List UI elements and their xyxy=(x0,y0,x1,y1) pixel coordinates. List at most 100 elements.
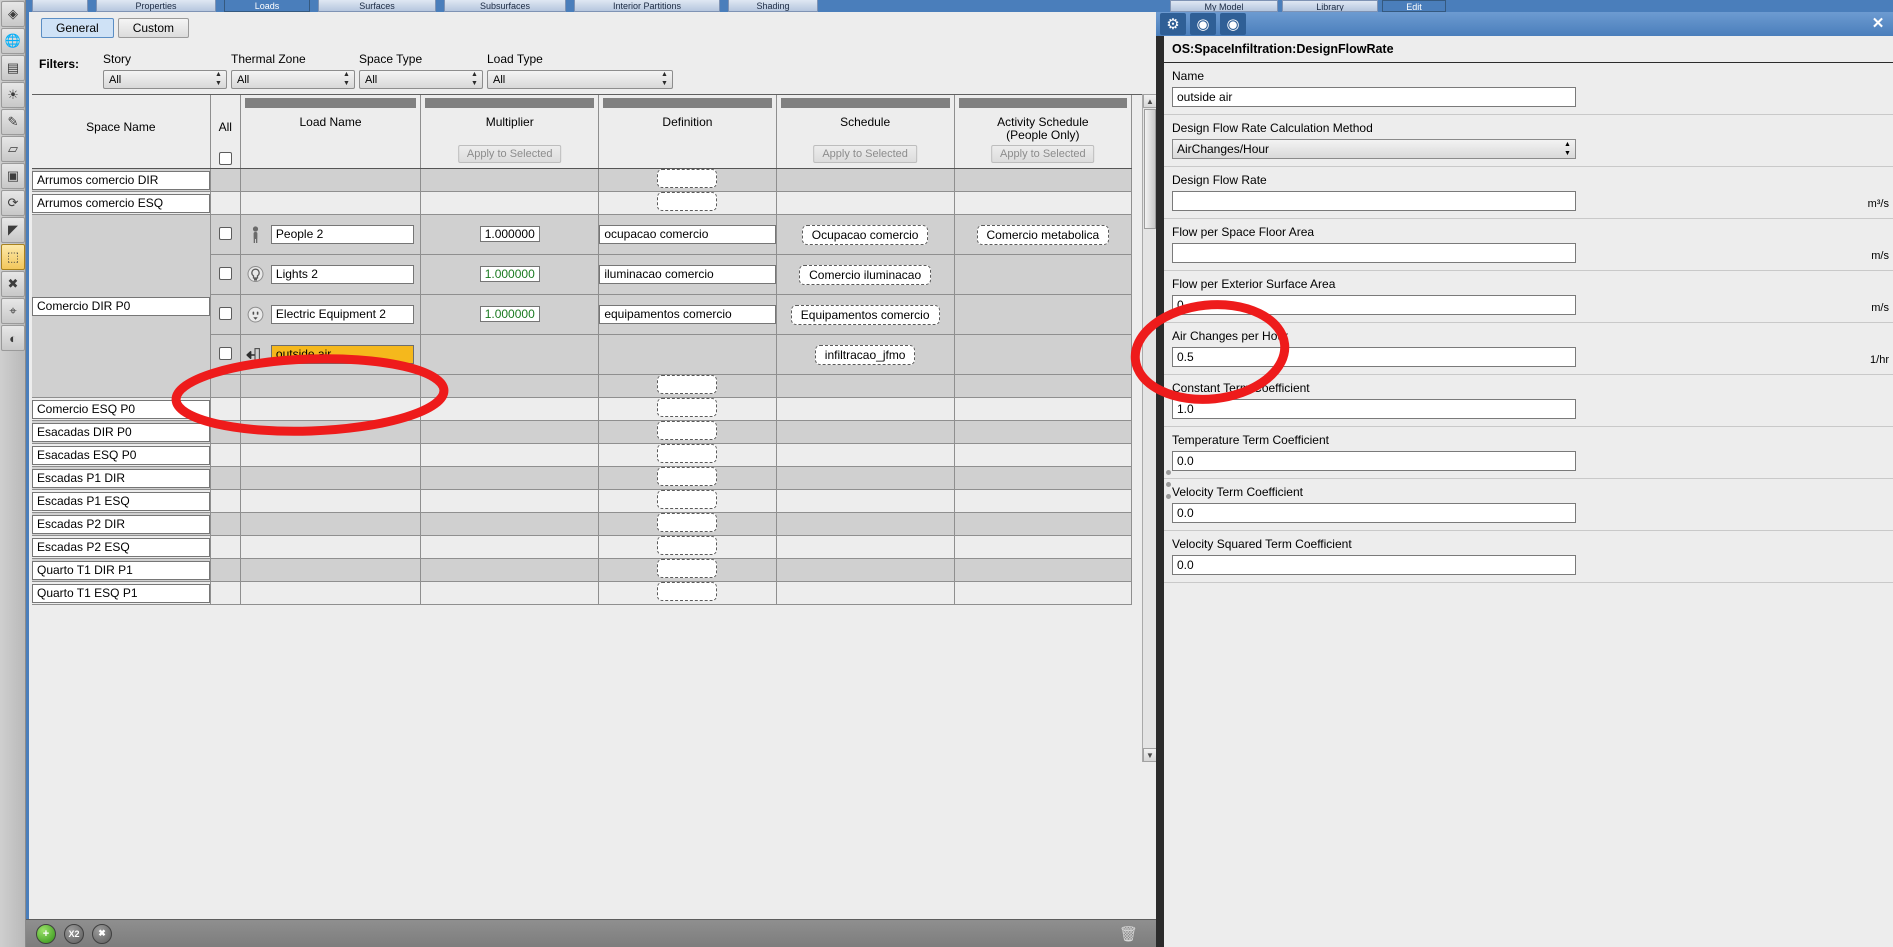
tab-loads[interactable]: Loads xyxy=(224,0,310,12)
select-tool[interactable]: ◈ xyxy=(1,1,25,27)
table-row[interactable]: Arrumos comercio DIR xyxy=(32,168,1133,192)
schedule-cell[interactable]: Comercio iluminacao xyxy=(776,254,955,295)
table-row[interactable]: Esacadas DIR P0 xyxy=(32,420,1133,444)
table-row[interactable]: Comercio DIR P0 People 2 1.000000 ocupacao … xyxy=(32,214,1133,398)
inspector-tab-my-model[interactable]: My Model xyxy=(1170,0,1278,12)
schedule-cell[interactable] xyxy=(776,420,955,444)
row-checkbox-cell[interactable] xyxy=(210,334,241,375)
shadow-tool[interactable]: ☀ xyxy=(1,82,25,108)
schedule-cell[interactable] xyxy=(776,489,955,513)
load-name-cell[interactable] xyxy=(240,535,422,559)
multiplier-field[interactable]: 1.000000 xyxy=(479,266,540,282)
col-activity-schedule[interactable]: Activity Schedule (People Only) Apply to… xyxy=(954,95,1133,169)
multiplier-cell[interactable] xyxy=(420,512,600,536)
activity-schedule-cell[interactable] xyxy=(954,374,1133,398)
multiplier-cell[interactable] xyxy=(420,489,600,513)
schedule-pill[interactable]: infiltracao_jfmo xyxy=(814,344,916,365)
definition-pill-empty[interactable] xyxy=(657,490,718,509)
definition-cell[interactable] xyxy=(598,168,777,192)
table-row[interactable]: Escadas P2 ESQ xyxy=(32,535,1133,559)
load-name-cell[interactable] xyxy=(240,558,422,582)
table-row[interactable]: Escadas P1 ESQ xyxy=(32,489,1133,513)
space-name-field[interactable]: Escadas P1 ESQ xyxy=(32,491,210,511)
definition-cell[interactable] xyxy=(598,558,777,582)
activity-schedule-cell[interactable] xyxy=(954,535,1133,559)
load-name-cell[interactable] xyxy=(240,168,422,192)
load-name-cell[interactable] xyxy=(240,581,422,605)
schedule-cell[interactable] xyxy=(776,443,955,467)
definition-pill-empty[interactable] xyxy=(657,192,718,211)
select-all-checkbox[interactable] xyxy=(218,152,232,165)
space-name-cell[interactable]: Escadas P2 DIR xyxy=(32,512,211,536)
definition-field[interactable]: iluminacao comercio xyxy=(599,265,776,284)
row-checkbox-cell[interactable] xyxy=(210,191,241,215)
row-checkbox-cell[interactable] xyxy=(210,397,241,421)
schedule-pill[interactable]: Comercio iluminacao xyxy=(799,264,932,285)
loads-grid[interactable]: Space Name All Load Name Multiplier Appl… xyxy=(32,94,1145,762)
multiplier-cell[interactable] xyxy=(420,581,600,605)
schedule-cell[interactable] xyxy=(776,512,955,536)
definition-cell[interactable]: equipamentos comercio xyxy=(598,294,777,335)
rotate-tool[interactable]: ⟳ xyxy=(1,190,25,216)
space-name-cell[interactable]: Escadas P1 DIR xyxy=(32,466,211,490)
multiplier-cell[interactable] xyxy=(420,397,600,421)
row-checkbox[interactable] xyxy=(218,266,232,280)
paint-tool[interactable]: ✎ xyxy=(1,109,25,135)
apply-to-selected-activity-schedule[interactable]: Apply to Selected xyxy=(991,145,1095,163)
bulb-icon-1[interactable]: ◉ xyxy=(1190,13,1216,35)
row-checkbox-cell[interactable] xyxy=(210,214,241,255)
row-checkbox-cell[interactable] xyxy=(210,535,241,559)
load-name-cell[interactable] xyxy=(240,489,422,513)
tab-interior-partitions[interactable]: Interior Partitions xyxy=(574,0,720,12)
multiplier-cell[interactable] xyxy=(420,558,600,582)
multiplier-cell[interactable] xyxy=(420,443,600,467)
close-icon[interactable]: ✕ xyxy=(1869,14,1887,32)
space-name-field[interactable]: Esacadas DIR P0 xyxy=(32,422,210,442)
schedule-pill[interactable]: Equipamentos comercio xyxy=(790,304,940,325)
inspector-field-flow-per-exterior-surface-area-input[interactable]: 0 xyxy=(1172,295,1576,315)
row-checkbox-cell[interactable] xyxy=(210,489,241,513)
definition-field[interactable]: ocupacao comercio xyxy=(599,225,776,244)
space-name-field[interactable]: Comercio DIR P0 xyxy=(32,296,210,316)
add-load-button[interactable]: + xyxy=(36,923,56,944)
inspector-field-velocity-squared-term-coefficient-input[interactable]: 0.0 xyxy=(1172,555,1576,575)
row-checkbox-cell[interactable] xyxy=(210,374,241,398)
multiplier-field[interactable]: 1.000000 xyxy=(479,226,540,242)
apply-to-selected-schedule[interactable]: Apply to Selected xyxy=(813,145,917,163)
filter-thermal-zone-combo[interactable]: All ▲ ▼ xyxy=(231,70,355,89)
schedule-cell[interactable] xyxy=(776,581,955,605)
multiplier-cell[interactable] xyxy=(420,420,600,444)
multiplier-cell[interactable]: 1.000000 xyxy=(420,294,600,335)
subtab-general[interactable]: General xyxy=(41,18,114,38)
grid-vertical-scrollbar[interactable]: ▲ ▼ xyxy=(1142,94,1157,762)
activity-schedule-cell[interactable]: Comercio metabolica xyxy=(954,214,1133,255)
filter-load-type-combo[interactable]: All ▲ ▼ xyxy=(487,70,673,89)
schedule-cell[interactable]: Equipamentos comercio xyxy=(776,294,955,335)
definition-cell[interactable] xyxy=(598,397,777,421)
activity-schedule-cell[interactable] xyxy=(954,489,1133,513)
table-row[interactable]: Arrumos comercio ESQ xyxy=(32,191,1133,215)
load-name-field[interactable]: Lights 2 xyxy=(270,265,415,284)
eraser-tool[interactable]: ▤ xyxy=(1,55,25,81)
scroll-up-arrow-icon[interactable]: ▲ xyxy=(1143,94,1157,108)
table-row[interactable]: Escadas P1 DIR xyxy=(32,466,1133,490)
definition-cell[interactable] xyxy=(598,466,777,490)
definition-cell[interactable] xyxy=(598,443,777,467)
definition-cell[interactable] xyxy=(598,512,777,536)
space-name-field[interactable]: Arrumos comercio DIR xyxy=(32,170,210,190)
schedule-pill[interactable]: Ocupacao comercio xyxy=(801,224,929,245)
multiplier-cell[interactable] xyxy=(420,466,600,490)
definition-field[interactable]: equipamentos comercio xyxy=(599,305,776,324)
space-name-field[interactable]: Quarto T1 DIR P1 xyxy=(32,560,210,580)
definition-cell[interactable] xyxy=(598,581,777,605)
definition-pill-empty[interactable] xyxy=(657,169,718,188)
activity-schedule-pill[interactable]: Comercio metabolica xyxy=(976,224,1110,245)
load-name-field[interactable]: People 2 xyxy=(270,225,415,244)
table-row[interactable]: Quarto T1 DIR P1 xyxy=(32,558,1133,582)
filter-story-combo[interactable]: All ▲ ▼ xyxy=(103,70,227,89)
row-checkbox-cell[interactable] xyxy=(210,254,241,295)
subtab-custom[interactable]: Custom xyxy=(117,18,190,38)
col-all[interactable]: All xyxy=(210,95,241,169)
row-checkbox-cell[interactable] xyxy=(210,443,241,467)
load-name-cell[interactable] xyxy=(240,420,422,444)
